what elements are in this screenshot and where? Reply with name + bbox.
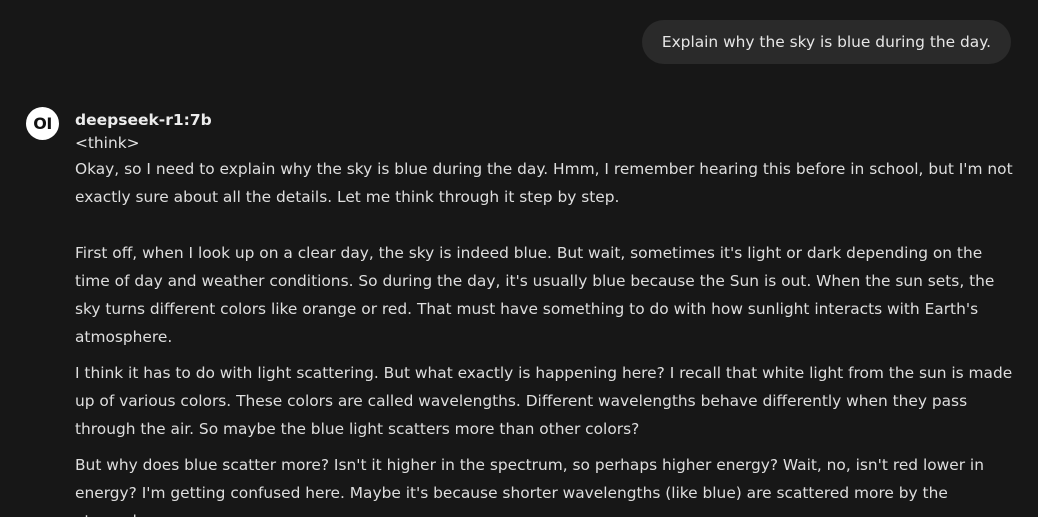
message-paragraph: I think it has to do with light scatteri… xyxy=(75,364,1013,438)
model-avatar-icon: OI xyxy=(26,107,59,140)
user-message-bubble: Explain why the sky is blue during the d… xyxy=(641,20,1011,64)
message-paragraph: First off, when I look up on a clear day… xyxy=(75,244,995,346)
model-name: deepseek-r1:7b xyxy=(75,111,212,129)
chat-view: Explain why the sky is blue during the d… xyxy=(0,0,1038,517)
assistant-message: OI deepseek-r1:7b <think> Okay, so I nee… xyxy=(26,105,1016,517)
think-tag: <think> xyxy=(75,134,140,152)
message-paragraph: But why does blue scatter more? Isn't it… xyxy=(75,456,984,517)
message-paragraph: Okay, so I need to explain why the sky i… xyxy=(75,160,1013,206)
assistant-message-content: deepseek-r1:7b <think> Okay, so I need t… xyxy=(75,110,1016,517)
